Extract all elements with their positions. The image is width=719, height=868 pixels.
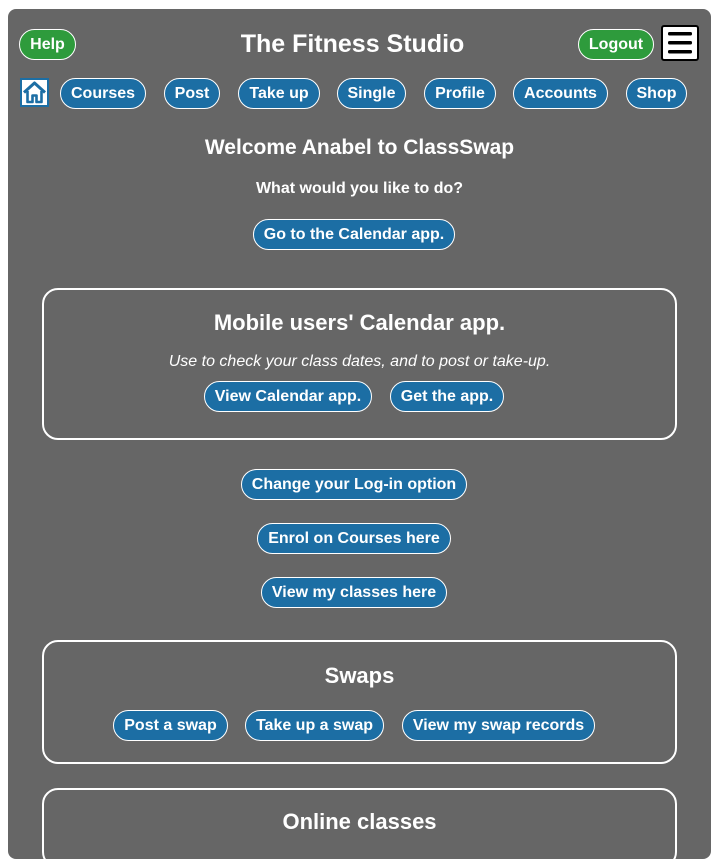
swaps-box-title: Swaps [324, 663, 395, 688]
logout-button[interactable]: Logout [578, 29, 654, 60]
enrol-courses-button[interactable]: Enrol on Courses here [257, 523, 451, 554]
view-calendar-app-button[interactable]: View Calendar app. [204, 381, 372, 412]
nav-courses[interactable]: Courses [60, 78, 146, 109]
view-swap-records-button[interactable]: View my swap records [402, 710, 595, 741]
nav-single[interactable]: Single [337, 78, 406, 109]
hamburger-menu-icon[interactable] [661, 25, 699, 61]
home-icon[interactable] [20, 78, 49, 107]
view-classes-button[interactable]: View my classes here [261, 577, 447, 608]
mobile-calendar-box: Mobile users' Calendar app. Use to check… [42, 288, 677, 440]
online-box-title: Online classes [282, 809, 437, 834]
mobile-box-description: Use to check your class dates, and to po… [168, 353, 551, 370]
post-swap-button[interactable]: Post a swap [113, 710, 228, 741]
take-up-swap-button[interactable]: Take up a swap [245, 710, 384, 741]
nav-profile[interactable]: Profile [424, 78, 496, 109]
nav-take-up[interactable]: Take up [238, 78, 320, 109]
get-app-button[interactable]: Get the app. [390, 381, 504, 412]
welcome-heading: Welcome Anabel to ClassSwap [204, 136, 515, 159]
mobile-box-title: Mobile users' Calendar app. [213, 310, 506, 335]
change-login-button[interactable]: Change your Log-in option [241, 469, 467, 500]
nav-accounts[interactable]: Accounts [513, 78, 608, 109]
nav-post[interactable]: Post [164, 78, 220, 109]
nav-shop[interactable]: Shop [626, 78, 687, 109]
online-classes-box: Online classes [42, 788, 677, 868]
go-calendar-button[interactable]: Go to the Calendar app. [253, 219, 455, 250]
swaps-box: Swaps [42, 640, 677, 764]
welcome-question: What would you like to do? [255, 180, 464, 197]
